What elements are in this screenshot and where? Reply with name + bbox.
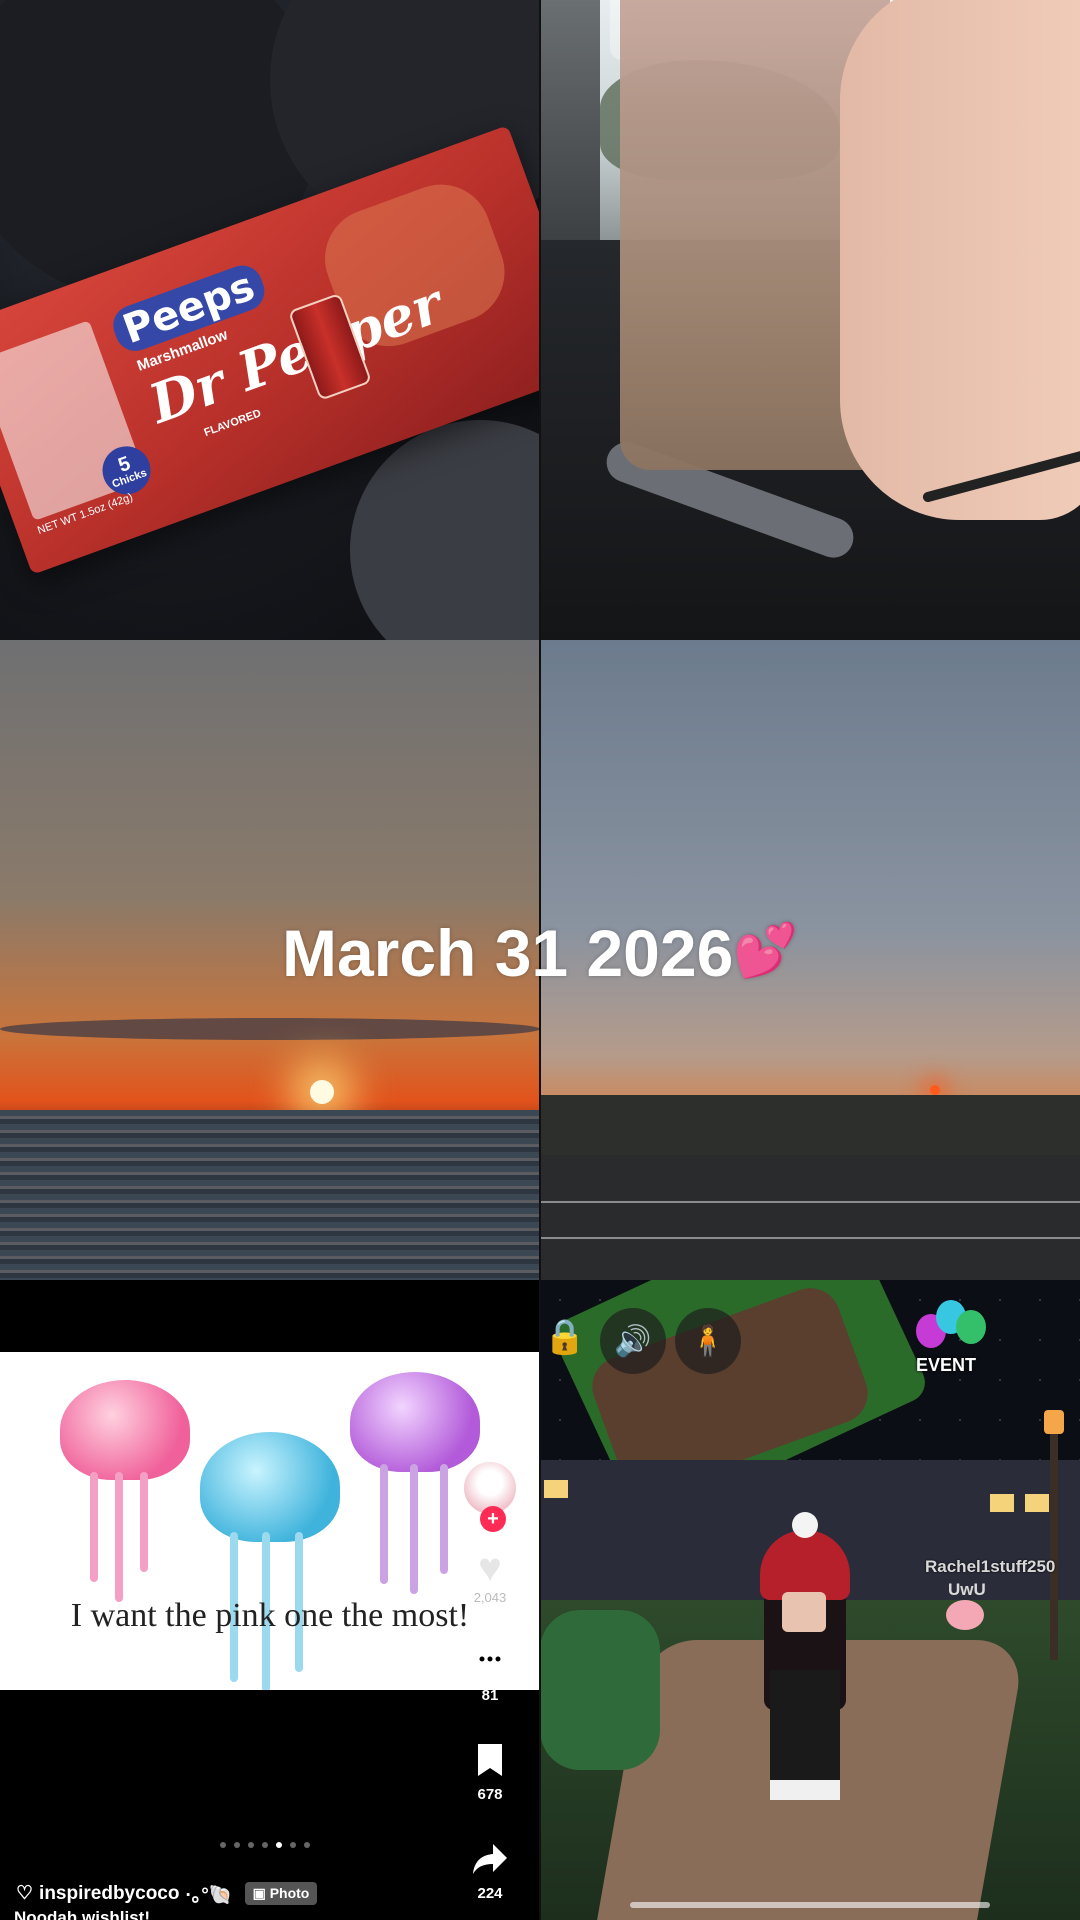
- carousel-dot-active: [276, 1842, 282, 1848]
- avatar-beanie: [760, 1530, 850, 1600]
- bookmark-icon: [468, 1738, 512, 1782]
- comment-button[interactable]: 81: [468, 1639, 512, 1704]
- share-button[interactable]: 224: [468, 1837, 512, 1902]
- event-label[interactable]: EVENT: [916, 1355, 976, 1376]
- lamp-light: [1044, 1410, 1064, 1434]
- share-count: 224: [477, 1885, 503, 1902]
- photo-badge: ▣ Photo: [244, 1882, 318, 1905]
- heart-icon: ♥: [478, 1546, 502, 1590]
- tile-snack-photo: Peeps Marshmallow Dr Pepper FLAVORED 5 C…: [0, 0, 540, 640]
- tile-tiktok-post: I want the pink one the most! + ♥ 2,043 …: [0, 1280, 540, 1920]
- jellyfish-tentacle: [140, 1472, 148, 1572]
- post-description: Noodah wishlist!: [14, 1908, 150, 1920]
- date-overlay-text: March 31 2026💕: [0, 915, 1080, 991]
- carousel-dot: [262, 1842, 268, 1848]
- bookmark-count: 678: [477, 1786, 503, 1803]
- jellyfish-purple: [350, 1372, 480, 1472]
- carousel-dot: [304, 1842, 310, 1848]
- bookmark-button[interactable]: 678: [468, 1738, 512, 1803]
- jellyfish-tentacle: [380, 1464, 388, 1584]
- volume-icon[interactable]: 🔊: [600, 1308, 666, 1374]
- author-row[interactable]: ♡ inspiredbycoco ·｡°🐚 ▣ Photo: [16, 1880, 318, 1907]
- player-nametag: Rachel1stuff250: [925, 1557, 1056, 1576]
- road-line: [540, 1201, 1080, 1203]
- two-hearts-emoji: 💕: [733, 922, 799, 980]
- balloon: [956, 1310, 986, 1344]
- hand: [840, 0, 1080, 520]
- jellyfish-tentacle: [115, 1472, 123, 1602]
- carousel-dot: [248, 1842, 254, 1848]
- cloud-band: [0, 1018, 540, 1040]
- jellyfish-tentacle: [410, 1464, 418, 1594]
- house-window: [544, 1480, 568, 1498]
- beanie-pompom: [792, 1512, 818, 1538]
- sun: [310, 1080, 334, 1104]
- player-avatar: [760, 1512, 850, 1800]
- avatar-body: [770, 1670, 840, 1790]
- event-balloons-icon[interactable]: [910, 1300, 990, 1360]
- follow-plus-icon[interactable]: +: [480, 1506, 506, 1532]
- avatar-icon[interactable]: 🧍: [675, 1308, 741, 1374]
- creator-avatar[interactable]: +: [462, 1460, 518, 1532]
- jellyfish-tentacle: [440, 1464, 448, 1574]
- pet: [946, 1600, 984, 1630]
- action-rail: + ♥ 2,043 81 678 224: [458, 1460, 522, 1902]
- carousel-dot: [220, 1842, 226, 1848]
- jellyfish-pink: [60, 1380, 190, 1480]
- tile-coffee-photo: [540, 0, 1080, 640]
- author-name[interactable]: inspiredbycoco: [39, 1883, 179, 1905]
- tile-game-screenshot: 🔒 🔊 🧍 EVENT Rachel1stuff250 UwU: [540, 1280, 1080, 1920]
- carousel-indicator: [220, 1842, 310, 1848]
- road-line: [540, 1237, 1080, 1239]
- field: [540, 1095, 1080, 1155]
- sun: [930, 1085, 940, 1095]
- like-button[interactable]: ♥ 2,043: [468, 1546, 512, 1605]
- author-decoration: ·｡°🐚: [185, 1885, 233, 1906]
- player-tag: UwU: [948, 1580, 986, 1599]
- carousel-dot: [290, 1842, 296, 1848]
- share-icon: [468, 1837, 512, 1881]
- knee-shape: [350, 420, 540, 640]
- like-count: 2,043: [473, 1590, 507, 1605]
- house-window: [1025, 1494, 1049, 1512]
- house-window: [990, 1494, 1014, 1512]
- road: [540, 1155, 1080, 1280]
- lamp-post: [1050, 1430, 1058, 1660]
- sea: [0, 1110, 540, 1280]
- bush: [540, 1610, 660, 1770]
- jellyfish-blue: [200, 1432, 340, 1542]
- comment-icon: [468, 1639, 512, 1683]
- lock-icon[interactable]: 🔒: [540, 1312, 590, 1362]
- avatar-shoes: [770, 1780, 840, 1800]
- carousel-dot: [234, 1842, 240, 1848]
- home-indicator[interactable]: [630, 1902, 990, 1908]
- photo-badge-label: Photo: [269, 1885, 310, 1901]
- jellyfish-tentacle: [90, 1472, 98, 1582]
- date-text: March 31 2026: [281, 916, 734, 990]
- avatar-face: [782, 1592, 826, 1632]
- comment-count: 81: [481, 1687, 499, 1704]
- heart-outline-icon: ♡: [16, 1883, 34, 1904]
